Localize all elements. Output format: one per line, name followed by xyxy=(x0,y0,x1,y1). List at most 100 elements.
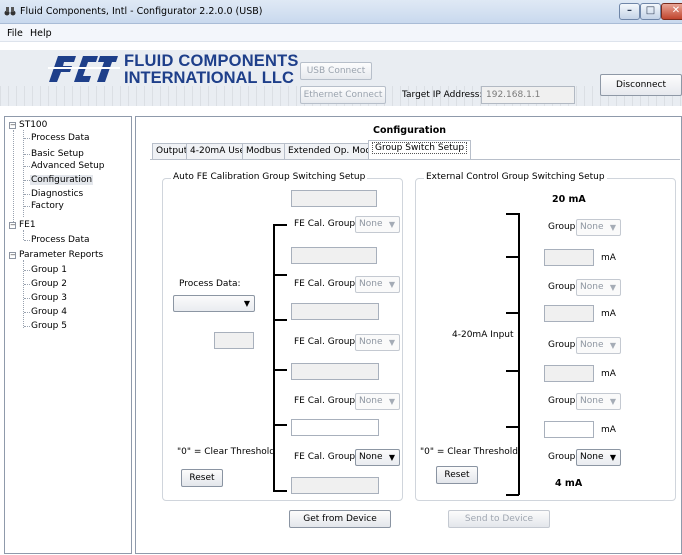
fe-cal-group-label: FE Cal. Group: xyxy=(294,337,359,347)
tree-item-factory[interactable]: Factory xyxy=(31,201,64,211)
select-value: None xyxy=(580,222,604,232)
tab-extended-op-mode[interactable]: Extended Op. Mode xyxy=(284,143,381,159)
chevron-down-icon: ▼ xyxy=(609,341,616,350)
tree-item-group-5[interactable]: Group 5 xyxy=(31,321,67,331)
group-select-5[interactable]: None ▼ xyxy=(576,449,621,466)
auto-threshold-input-3[interactable] xyxy=(291,303,379,320)
fe-cal-group-select-4[interactable]: None ▼ xyxy=(355,393,400,410)
auto-scale-tick xyxy=(273,274,287,276)
chevron-down-icon: ▼ xyxy=(388,397,395,406)
tree-connector xyxy=(24,166,30,167)
app-icon xyxy=(4,7,16,16)
target-ip-input[interactable]: 192.168.1.1 xyxy=(481,86,575,104)
auto-threshold-input-6[interactable] xyxy=(291,477,379,494)
fe-cal-group-select-1[interactable]: None ▼ xyxy=(355,216,400,233)
ma-input-4[interactable] xyxy=(544,421,594,438)
auto-scale-tick xyxy=(273,490,287,492)
menu-file[interactable]: File xyxy=(7,28,23,39)
tree-item-parameter-reports[interactable]: Parameter Reports xyxy=(19,250,103,260)
group-select-1[interactable]: None ▼ xyxy=(576,219,621,236)
select-value: None xyxy=(580,282,604,292)
tree-item-basic-setup[interactable]: Basic Setup xyxy=(31,149,84,159)
target-ip-label: Target IP Address: xyxy=(402,90,483,100)
fci-logo-icon xyxy=(48,56,120,82)
disconnect-button[interactable]: Disconnect xyxy=(600,74,682,96)
select-value: None xyxy=(359,452,383,462)
tree-item-configuration[interactable]: Configuration xyxy=(30,175,94,185)
tab-label: 4-20mA User xyxy=(190,146,249,156)
menu-help[interactable]: Help xyxy=(30,28,52,39)
tree-item-st100[interactable]: ST100 xyxy=(19,120,47,130)
auto-reset-button[interactable]: Reset xyxy=(181,469,223,487)
tree-item-group-3[interactable]: Group 3 xyxy=(31,293,67,303)
tree-item-fe1[interactable]: FE1 xyxy=(19,220,36,230)
auto-fe-calibration-group: Auto FE Calibration Group Switching Setu… xyxy=(162,172,403,501)
ma-input-3[interactable] xyxy=(544,365,594,382)
tree-connector xyxy=(24,206,30,207)
external-control-group: External Control Group Switching Setup 2… xyxy=(415,172,676,501)
tree-connector xyxy=(24,270,30,271)
fe-cal-group-select-3[interactable]: None ▼ xyxy=(355,334,400,351)
maximize-button[interactable]: □ xyxy=(640,3,661,20)
tab-modbus[interactable]: Modbus xyxy=(242,143,286,159)
tree-item-process-data[interactable]: Process Data xyxy=(31,133,90,143)
usb-connect-button[interactable]: USB Connect xyxy=(300,62,372,80)
ma-input-1[interactable] xyxy=(544,249,594,266)
ma-input-2[interactable] xyxy=(544,305,594,322)
tree-item-diagnostics[interactable]: Diagnostics xyxy=(31,189,83,199)
collapse-parameter-reports-icon[interactable]: − xyxy=(9,252,16,259)
chevron-down-icon: ▼ xyxy=(388,280,395,289)
external-scale-tick xyxy=(506,426,519,428)
title-bar: Fluid Components, Intl - Configurator 2.… xyxy=(0,0,682,24)
external-reset-button[interactable]: Reset xyxy=(436,466,478,484)
select-value: None xyxy=(580,452,604,462)
tab-group-switch-setup[interactable]: Group Switch Setup xyxy=(368,140,472,160)
group-select-3[interactable]: None ▼ xyxy=(576,337,621,354)
tree-item-group-1[interactable]: Group 1 xyxy=(31,265,67,275)
tab-label: Modbus xyxy=(246,146,282,156)
group-label: Group: xyxy=(548,452,579,462)
collapse-fe1-icon[interactable]: − xyxy=(9,222,16,229)
fe-cal-group-label: FE Cal. Group: xyxy=(294,219,359,229)
fe-cal-group-label: FE Cal. Group: xyxy=(294,452,359,462)
ma-unit-label: mA xyxy=(601,309,616,319)
ma-unit-label: mA xyxy=(601,253,616,263)
tree-item-group-2[interactable]: Group 2 xyxy=(31,279,67,289)
group-select-2[interactable]: None ▼ xyxy=(576,279,621,296)
group-select-4[interactable]: None ▼ xyxy=(576,393,621,410)
auto-threshold-input-4[interactable] xyxy=(291,363,379,380)
auto-threshold-input-1[interactable] xyxy=(291,190,377,207)
ethernet-connect-button[interactable]: Ethernet Connect xyxy=(300,86,386,104)
fe-cal-group-select-5[interactable]: None ▼ xyxy=(355,449,400,466)
external-scale-tick xyxy=(506,494,519,496)
tree-connector xyxy=(24,154,30,155)
window-title: Fluid Components, Intl - Configurator 2.… xyxy=(20,6,263,17)
header-panel: FLUID COMPONENTS INTERNATIONAL LLC USB C… xyxy=(0,42,682,106)
navigation-tree: − ST100 Process Data Basic Setup Advance… xyxy=(4,116,132,554)
tree-item-group-4[interactable]: Group 4 xyxy=(31,307,67,317)
auto-scale-tick xyxy=(273,369,287,371)
process-data-value-field[interactable] xyxy=(214,332,254,349)
tree-connector xyxy=(24,194,30,195)
tree-item-advanced-setup[interactable]: Advanced Setup xyxy=(31,161,105,171)
close-button[interactable]: ✕ xyxy=(661,3,682,20)
chevron-down-icon: ▼ xyxy=(609,397,616,406)
chevron-down-icon: ▼ xyxy=(243,299,250,308)
process-data-select[interactable]: ▼ xyxy=(173,295,255,312)
chevron-down-icon: ▼ xyxy=(388,220,395,229)
collapse-st100-icon[interactable]: − xyxy=(9,122,16,129)
auto-threshold-input-2[interactable] xyxy=(291,247,377,264)
tree-item-fe1-process-data[interactable]: Process Data xyxy=(31,235,90,245)
tree-connector xyxy=(24,298,30,299)
header-band xyxy=(0,42,682,50)
minimize-button[interactable]: – xyxy=(619,3,640,20)
fe-cal-group-select-2[interactable]: None ▼ xyxy=(355,276,400,293)
get-from-device-button[interactable]: Get from Device xyxy=(289,510,391,528)
auto-fe-group-title: Auto FE Calibration Group Switching Setu… xyxy=(171,172,368,182)
send-to-device-button[interactable]: Send to Device xyxy=(448,510,550,528)
chevron-down-icon: ▼ xyxy=(388,453,395,462)
process-data-label: Process Data: xyxy=(179,279,241,289)
ma-unit-label: mA xyxy=(601,369,616,379)
main-panel: Configuration Output 4-20mA User Modbus … xyxy=(135,116,682,554)
auto-threshold-input-5[interactable] xyxy=(291,419,379,436)
